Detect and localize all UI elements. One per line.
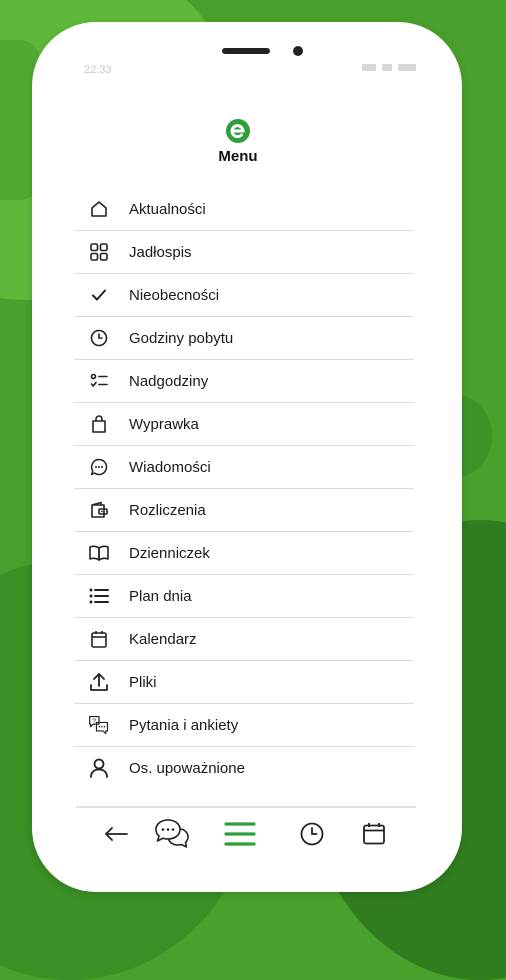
clock-icon	[88, 327, 110, 349]
menu-item-aktualnosci[interactable]: Aktualności	[74, 188, 414, 231]
bottom-divider	[76, 806, 416, 808]
grid-icon	[88, 241, 110, 263]
menu-item-wiadomosci[interactable]: Wiadomości	[74, 446, 414, 489]
phone-camera	[293, 46, 303, 56]
bottom-nav	[92, 816, 412, 860]
menu-item-rozliczenia[interactable]: Rozliczenia	[74, 489, 414, 532]
clock-icon	[299, 821, 325, 852]
status-icons	[362, 64, 416, 71]
book-icon	[88, 542, 110, 564]
upload-icon	[88, 671, 110, 693]
menu-list: Aktualności Jadłospis Nieobecności Godzi…	[74, 188, 414, 791]
back-arrow-icon	[103, 824, 129, 849]
status-time: 22:33	[84, 64, 112, 76]
menu-item-label: Wiadomości	[129, 459, 211, 476]
menu-item-label: Nadgodziny	[129, 373, 209, 390]
menu-item-godziny-pobytu[interactable]: Godziny pobytu	[74, 317, 414, 360]
menu-item-label: Pytania i ankiety	[129, 717, 239, 734]
menu-item-label: Pliki	[129, 674, 157, 691]
person-icon	[88, 757, 110, 779]
menu-item-pliki[interactable]: Pliki	[74, 661, 414, 704]
menu-item-label: Dzienniczek	[129, 545, 210, 562]
question-chat-icon: ?	[88, 714, 110, 736]
calendar-icon	[88, 628, 110, 650]
calendar-icon	[361, 821, 387, 852]
messages-nav-button[interactable]	[152, 816, 192, 856]
menu-item-label: Nieobecności	[129, 287, 220, 304]
menu-item-label: Godziny pobytu	[129, 330, 234, 347]
home-icon	[88, 198, 110, 220]
bag-icon	[88, 413, 110, 435]
page-title: Menu	[218, 148, 258, 165]
menu-item-plan-dnia[interactable]: Plan dnia	[74, 575, 414, 618]
menu-item-label: Rozliczenia	[129, 502, 206, 519]
menu-icon	[223, 820, 257, 853]
menu-item-label: Jadłospis	[129, 244, 192, 261]
menu-item-label: Aktualności	[129, 201, 206, 218]
menu-item-nieobecnosci[interactable]: Nieobecności	[74, 274, 414, 317]
menu-item-dzienniczek[interactable]: Dzienniczek	[74, 532, 414, 575]
menu-item-label: Kalendarz	[129, 631, 197, 648]
menu-item-pytania-i-ankiety[interactable]: ? Pytania i ankiety	[74, 704, 414, 747]
calendar-nav-button[interactable]	[354, 816, 394, 856]
menu-item-jadlospis[interactable]: Jadłospis	[74, 231, 414, 274]
wallet-icon	[88, 499, 110, 521]
chat-bubble-icon	[88, 456, 110, 478]
check-icon	[88, 284, 110, 306]
chat-icon	[153, 817, 191, 856]
checklist-icon	[88, 370, 110, 392]
phone-frame: 22:33 Menu Aktualności Jadłospis Nieobec…	[32, 22, 462, 892]
menu-item-label: Os. upoważnione	[129, 760, 245, 777]
list-icon	[88, 585, 110, 607]
hours-nav-button[interactable]	[292, 816, 332, 856]
menu-nav-button[interactable]	[220, 816, 260, 856]
menu-item-wyprawka[interactable]: Wyprawka	[74, 403, 414, 446]
menu-item-label: Wyprawka	[129, 416, 199, 433]
menu-item-nadgodziny[interactable]: Nadgodziny	[74, 360, 414, 403]
menu-item-label: Plan dnia	[129, 588, 192, 605]
app-logo-icon	[225, 118, 251, 149]
menu-item-kalendarz[interactable]: Kalendarz	[74, 618, 414, 661]
phone-speaker	[222, 48, 270, 54]
back-button[interactable]	[96, 816, 136, 856]
svg-text:?: ?	[92, 718, 96, 725]
menu-item-os-upowaznione[interactable]: Os. upoważnione	[74, 747, 414, 791]
